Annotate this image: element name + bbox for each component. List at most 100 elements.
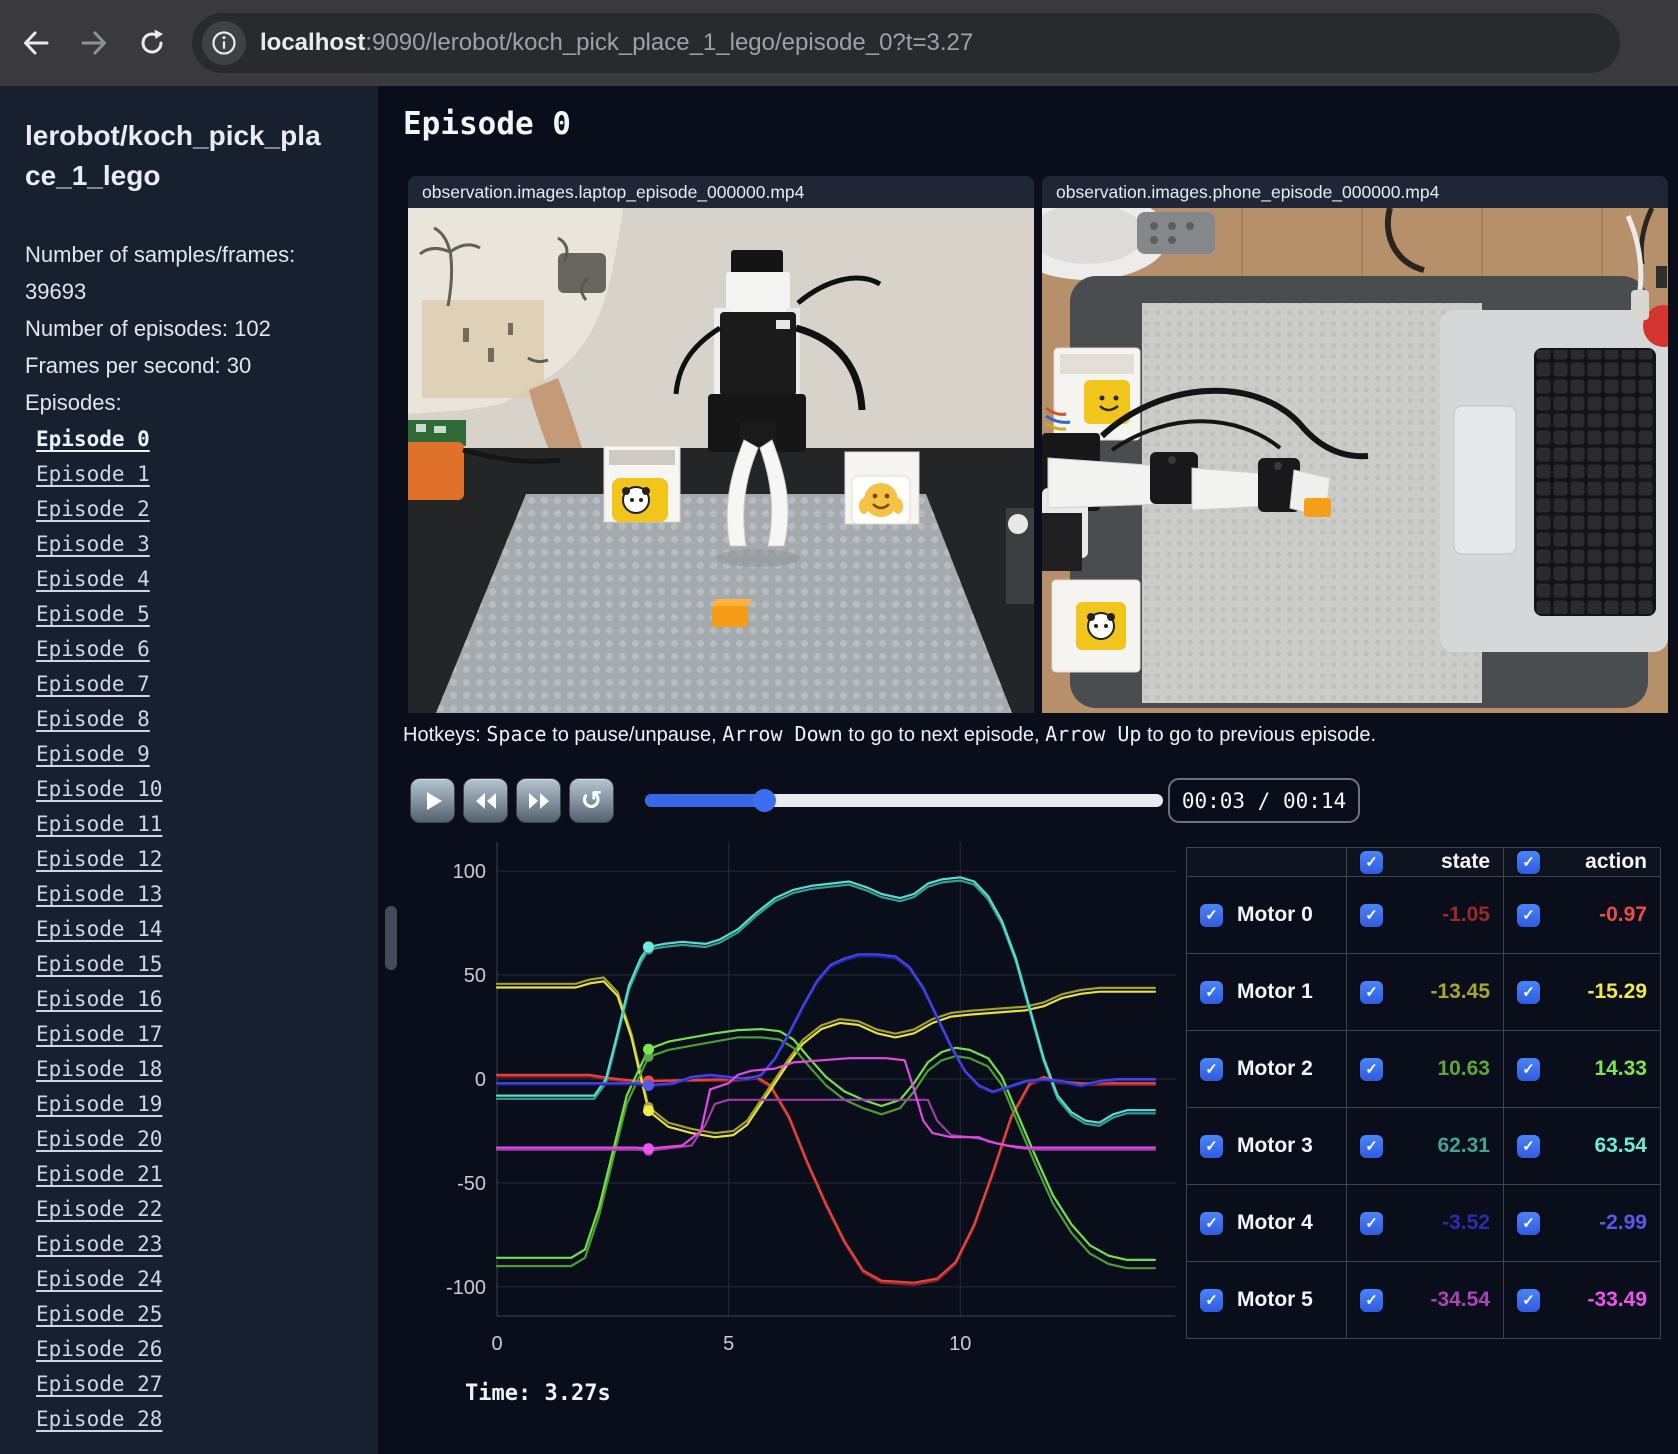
episode-link-11[interactable]: Episode 11 <box>36 812 162 836</box>
episode-link-0[interactable]: Episode 0 <box>36 427 150 451</box>
episode-link-25[interactable]: Episode 25 <box>36 1302 162 1326</box>
seek-slider-thumb[interactable] <box>753 789 777 812</box>
episode-link-3[interactable]: Episode 3 <box>36 532 150 556</box>
hotkeys-help: Hotkeys: Space to pause/unpause, Arrow D… <box>403 722 1376 747</box>
motor-3-state-cell: ✓ 62.31 <box>1347 1108 1504 1185</box>
motor-0-action-value: -0.97 <box>1599 903 1647 926</box>
reload-button[interactable] <box>130 21 174 65</box>
episode-link-2[interactable]: Episode 2 <box>36 497 150 521</box>
episode-list-item: Episode 3 <box>25 532 378 567</box>
episode-link-21[interactable]: Episode 21 <box>36 1162 162 1186</box>
episode-link-17[interactable]: Episode 17 <box>36 1022 162 1046</box>
motor-5-state-checkbox[interactable]: ✓ <box>1360 1288 1383 1312</box>
motor-3-state-checkbox[interactable]: ✓ <box>1360 1134 1383 1158</box>
episode-link-14[interactable]: Episode 14 <box>36 917 162 941</box>
motor-0-label: Motor 0 <box>1237 903 1313 926</box>
motor-4-state-cell: ✓ -3.52 <box>1347 1185 1504 1262</box>
episode-link-10[interactable]: Episode 10 <box>36 777 162 801</box>
motor-0-state-cell: ✓ -1.05 <box>1347 877 1504 954</box>
episode-link-12[interactable]: Episode 12 <box>36 847 162 871</box>
hotkeys-text2: to go to next episode, <box>842 724 1046 746</box>
svg-text:0: 0 <box>475 1069 486 1091</box>
episode-list-item: Episode 6 <box>25 637 378 672</box>
url-host: localhost <box>260 29 366 56</box>
loop-button[interactable]: ↺ <box>569 778 614 823</box>
episode-list-item: Episode 9 <box>25 742 378 777</box>
motor-2-checkbox[interactable]: ✓ <box>1200 1057 1223 1081</box>
forward-button[interactable] <box>72 21 116 65</box>
video-label-laptop: observation.images.laptop_episode_000000… <box>408 176 1034 208</box>
episode-list-item: Episode 5 <box>25 602 378 637</box>
motor-4-state-checkbox[interactable]: ✓ <box>1360 1211 1383 1235</box>
motor-1-state-checkbox[interactable]: ✓ <box>1360 980 1383 1004</box>
episode-link-6[interactable]: Episode 6 <box>36 637 150 661</box>
motor-0-state-checkbox[interactable]: ✓ <box>1360 903 1383 927</box>
motor-4-state-value: -3.52 <box>1442 1211 1490 1234</box>
video-phone[interactable] <box>1042 208 1668 713</box>
play-button[interactable] <box>410 778 455 823</box>
motor-4-action-checkbox[interactable]: ✓ <box>1517 1211 1540 1235</box>
action-column-checkbox[interactable]: ✓ <box>1517 850 1540 874</box>
episode-list-item: Episode 7 <box>25 672 378 707</box>
episode-link-7[interactable]: Episode 7 <box>36 672 150 696</box>
episode-link-16[interactable]: Episode 16 <box>36 987 162 1011</box>
episode-list-item: Episode 16 <box>25 987 378 1022</box>
episode-link-19[interactable]: Episode 19 <box>36 1092 162 1116</box>
reload-icon <box>141 29 163 54</box>
url-bar[interactable]: localhost:9090/lerobot/koch_pick_place_1… <box>192 13 1620 73</box>
motor-5-action-checkbox[interactable]: ✓ <box>1517 1288 1540 1312</box>
episode-link-5[interactable]: Episode 5 <box>36 602 150 626</box>
motor-chart[interactable]: -100 -50 0 50 100 0 5 10 <box>440 820 1200 1380</box>
episode-link-4[interactable]: Episode 4 <box>36 567 150 591</box>
episode-link-27[interactable]: Episode 27 <box>36 1372 162 1396</box>
episode-link-20[interactable]: Episode 20 <box>36 1127 162 1151</box>
browser-toolbar: localhost:9090/lerobot/koch_pick_place_1… <box>0 0 1678 86</box>
episode-link-15[interactable]: Episode 15 <box>36 952 162 976</box>
hotkeys-text1: to pause/unpause, <box>546 724 723 746</box>
back-button[interactable] <box>14 21 58 65</box>
motor-3-action-checkbox[interactable]: ✓ <box>1517 1134 1540 1158</box>
scrollbar-thumb[interactable] <box>385 906 397 970</box>
main-panel: Episode 0 observation.images.laptop_epis… <box>378 86 1678 1454</box>
episode-link-26[interactable]: Episode 26 <box>36 1337 162 1361</box>
motor-3-action-cell: ✓ 63.54 <box>1504 1108 1661 1185</box>
motor-label-cell: ✓ Motor 4 <box>1187 1185 1347 1262</box>
chart-time-label: Time: 3.27s <box>465 1381 611 1406</box>
motor-0-action-checkbox[interactable]: ✓ <box>1517 903 1540 927</box>
motor-5-action-cell: ✓ -33.49 <box>1504 1262 1661 1339</box>
episode-link-9[interactable]: Episode 9 <box>36 742 150 766</box>
episode-link-13[interactable]: Episode 13 <box>36 882 162 906</box>
forward-icon <box>81 31 106 55</box>
motor-1-action-checkbox[interactable]: ✓ <box>1517 980 1540 1004</box>
episode-list-item: Episode 14 <box>25 917 378 952</box>
motor-4-checkbox[interactable]: ✓ <box>1200 1211 1223 1235</box>
motor-4-action-value: -2.99 <box>1599 1211 1647 1234</box>
episode-link-1[interactable]: Episode 1 <box>36 462 150 486</box>
sidebar: lerobot/koch_pick_place_1_lego Number of… <box>0 86 378 1454</box>
motor-3-label: Motor 3 <box>1237 1134 1313 1157</box>
episode-link-28[interactable]: Episode 28 <box>36 1407 162 1431</box>
episode-link-18[interactable]: Episode 18 <box>36 1057 162 1081</box>
episode-link-24[interactable]: Episode 24 <box>36 1267 162 1291</box>
episode-list-item: Episode 17 <box>25 1022 378 1057</box>
motor-0-checkbox[interactable]: ✓ <box>1200 903 1223 927</box>
rewind-button[interactable] <box>463 778 508 823</box>
episode-list-item: Episode 24 <box>25 1267 378 1302</box>
stat-samples: Number of samples/frames: 39693 <box>25 242 296 304</box>
video-laptop[interactable] <box>408 208 1034 713</box>
state-column-checkbox[interactable]: ✓ <box>1360 850 1383 874</box>
info-icon[interactable] <box>202 21 246 65</box>
episode-list-item: Episode 28 <box>25 1407 378 1442</box>
player-controls: ↺ 00:03 / 00:14 <box>378 778 1678 824</box>
episode-link-8[interactable]: Episode 8 <box>36 707 150 731</box>
motor-1-checkbox[interactable]: ✓ <box>1200 980 1223 1004</box>
seek-slider[interactable] <box>645 789 1163 812</box>
episode-link-23[interactable]: Episode 23 <box>36 1232 162 1256</box>
motor-label-cell: ✓ Motor 3 <box>1187 1108 1347 1185</box>
motor-5-checkbox[interactable]: ✓ <box>1200 1288 1223 1312</box>
motor-2-action-checkbox[interactable]: ✓ <box>1517 1057 1540 1081</box>
motor-2-state-checkbox[interactable]: ✓ <box>1360 1057 1383 1081</box>
motor-3-checkbox[interactable]: ✓ <box>1200 1134 1223 1158</box>
fast-forward-button[interactable] <box>516 778 561 823</box>
episode-link-22[interactable]: Episode 22 <box>36 1197 162 1221</box>
